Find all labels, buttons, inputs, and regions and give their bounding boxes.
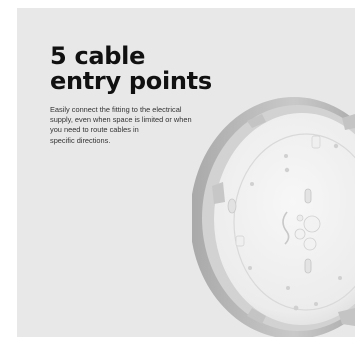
cable-entry-left: [227, 198, 237, 214]
raised-tab-top: [311, 135, 321, 149]
description-line-4: specific directions.: [50, 135, 111, 145]
description-line-1: Easily connect the fitting to the electr…: [50, 105, 182, 114]
headline-line-2: entry points: [50, 67, 212, 95]
headline: 5 cable entry points: [50, 44, 212, 94]
mount-boss-4: [296, 214, 304, 222]
screw-hole-1: [284, 167, 290, 173]
light-fitting-base-icon: [192, 97, 355, 337]
screw-hole-5: [248, 266, 252, 270]
screw-hole-9: [338, 276, 342, 280]
fitting-base: [192, 97, 355, 337]
raised-tab-left: [235, 235, 245, 247]
headline-line-1: 5 cable: [50, 42, 146, 70]
rim-notch-left: [212, 182, 225, 204]
cable-slot-bottom: [304, 258, 312, 274]
screw-hole-2: [284, 154, 288, 158]
description-line-3: you need to route cables in: [50, 125, 139, 135]
screw-hole-7: [293, 305, 299, 311]
feature-panel: 5 cable entry points Easily connect the …: [17, 8, 355, 337]
screw-hole-8: [314, 302, 318, 306]
screw-hole-3: [333, 143, 339, 149]
mount-boss-2: [294, 228, 306, 240]
screw-hole-6: [286, 286, 290, 290]
description-line-2: supply, even when space is limited or wh…: [50, 115, 192, 125]
cable-slot-top: [304, 188, 312, 204]
screw-hole-4: [250, 182, 254, 186]
mount-boss-3: [303, 237, 317, 251]
mount-boss-1: [303, 215, 321, 233]
